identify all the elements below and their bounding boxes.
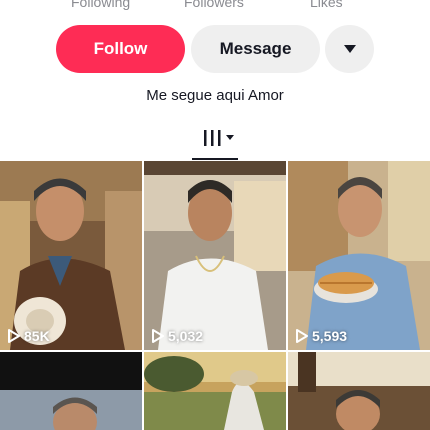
video-thumbnail <box>144 352 286 430</box>
video-grid: 85K 5,032 5,593 <box>0 161 430 430</box>
follow-button[interactable]: Follow <box>56 25 185 73</box>
video-tile[interactable] <box>144 352 286 430</box>
video-thumbnail <box>0 352 142 430</box>
video-thumbnail <box>288 352 430 430</box>
video-thumbnail <box>0 161 142 350</box>
view-count: 5,032 <box>152 328 203 344</box>
grid-filter-icon[interactable] <box>198 127 238 151</box>
tab-active-indicator <box>192 158 238 160</box>
message-button[interactable]: Message <box>191 25 320 73</box>
profile-bio: Me segue aqui Amor <box>146 87 284 104</box>
video-tile[interactable]: 85K <box>0 161 142 350</box>
view-count-label: 5,032 <box>168 328 204 344</box>
play-icon <box>8 329 20 343</box>
followers-label[interactable]: Followers <box>184 0 244 10</box>
video-tile[interactable]: 5,593 <box>288 161 430 350</box>
likes-label: Likes <box>310 0 343 10</box>
more-button[interactable] <box>325 25 374 73</box>
chevron-down-icon <box>343 45 356 53</box>
video-tile[interactable]: 5,032 <box>144 161 286 350</box>
video-tile[interactable] <box>0 352 142 430</box>
play-icon <box>152 329 164 343</box>
video-thumbnail <box>144 161 286 350</box>
view-count: 85K <box>8 328 50 344</box>
view-count: 5,593 <box>296 328 347 344</box>
video-thumbnail <box>288 161 430 350</box>
profile-stats: Following Followers Likes <box>0 0 430 12</box>
view-count-label: 85K <box>24 328 50 344</box>
content-tabs <box>0 125 430 161</box>
following-label[interactable]: Following <box>71 0 130 10</box>
view-count-label: 5,593 <box>312 328 348 344</box>
video-tile[interactable] <box>288 352 430 430</box>
play-icon <box>296 329 308 343</box>
